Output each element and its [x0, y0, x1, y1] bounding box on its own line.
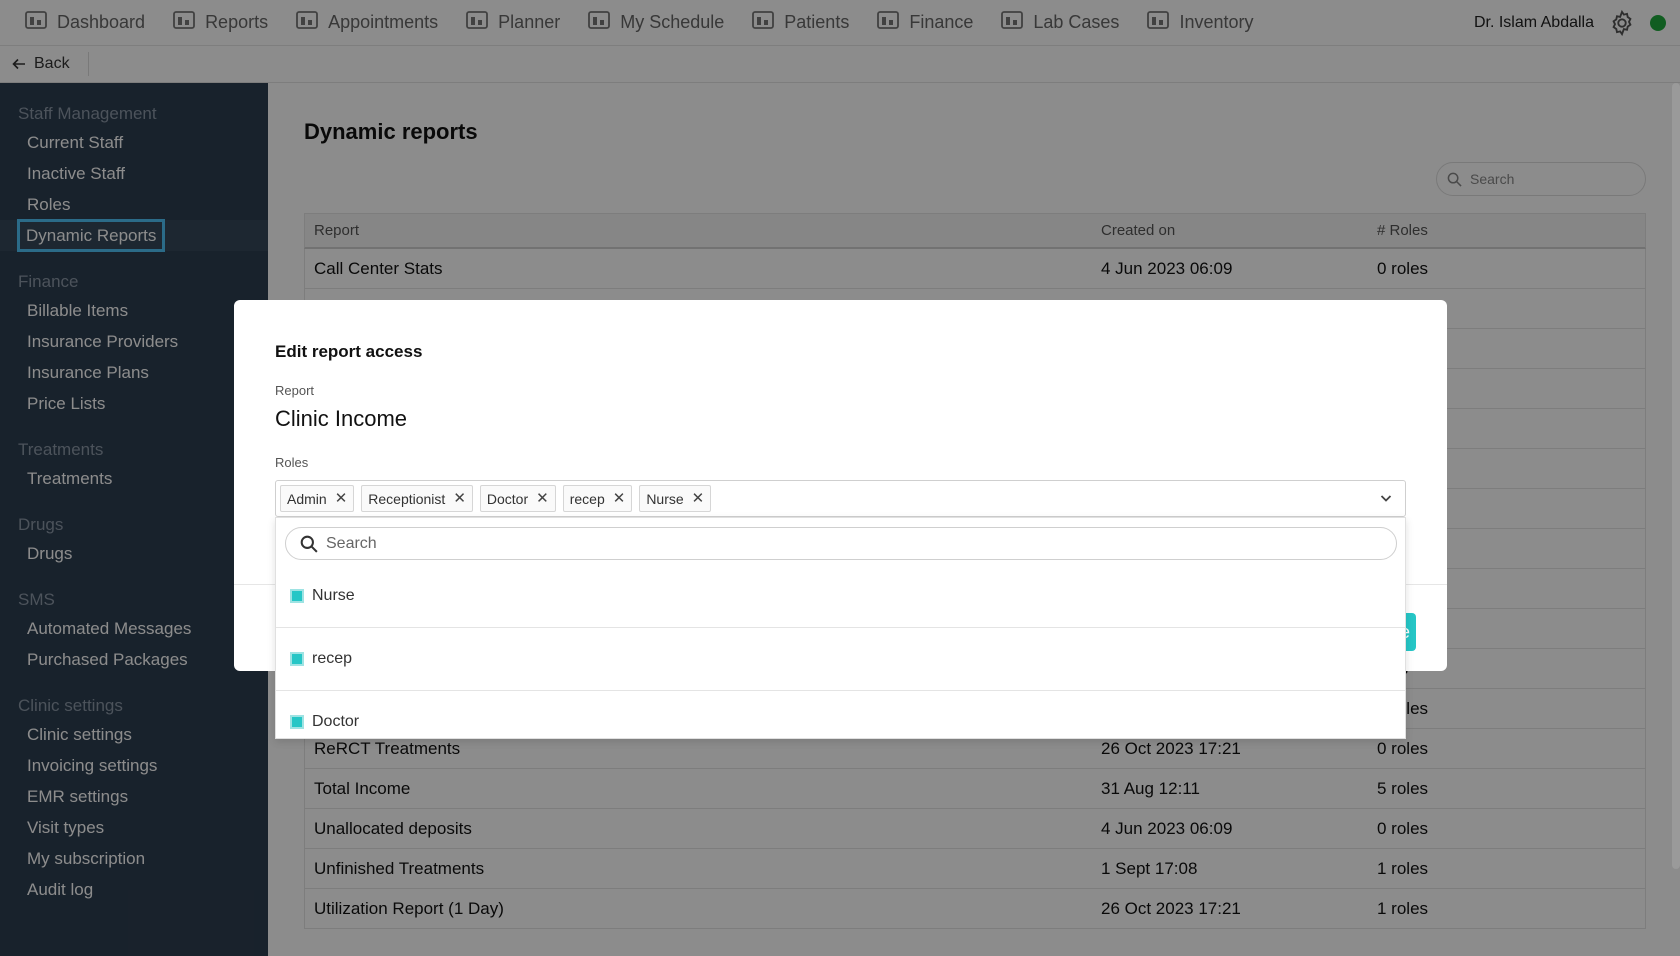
roles-dropdown: Nurse recep Doctor: [275, 517, 1406, 739]
role-chip-admin: Admin ✕: [280, 485, 355, 512]
role-option-label: recep: [312, 650, 353, 667]
remove-role-icon[interactable]: ✕: [453, 491, 466, 506]
remove-role-icon[interactable]: ✕: [335, 491, 348, 506]
chevron-down-icon[interactable]: [1377, 489, 1395, 507]
checkbox-checked-icon[interactable]: [290, 715, 304, 729]
report-name: Clinic Income: [275, 406, 408, 431]
checkbox-checked-icon[interactable]: [290, 589, 304, 603]
role-chip-label: recep: [569, 490, 605, 507]
roles-search-input[interactable]: [326, 534, 1326, 553]
report-label: Report: [275, 383, 315, 398]
remove-role-icon[interactable]: ✕: [692, 491, 705, 506]
checkbox-checked-icon[interactable]: [290, 652, 304, 666]
role-chip-recep: recep ✕: [562, 485, 633, 512]
role-option-doctor[interactable]: Doctor: [276, 691, 1405, 738]
dialog-title: Edit report access: [275, 342, 423, 361]
role-option-label: Doctor: [312, 713, 360, 730]
roles-multiselect[interactable]: Admin ✕ Receptionist ✕ Doctor ✕ recep ✕ Nurse ✕: [275, 480, 1406, 517]
role-chip-label: Nurse: [646, 490, 684, 507]
remove-role-icon[interactable]: ✕: [613, 491, 626, 506]
role-chip-doctor: Doctor ✕: [479, 485, 556, 512]
role-option-nurse[interactable]: Nurse: [276, 565, 1405, 628]
role-chip-label: Receptionist: [368, 490, 446, 507]
role-chip-label: Admin: [287, 490, 327, 507]
role-chip-receptionist: Receptionist ✕: [361, 485, 473, 512]
remove-role-icon[interactable]: ✕: [536, 491, 549, 506]
role-chip-nurse: Nurse ✕: [639, 485, 712, 512]
role-option-label: Nurse: [312, 587, 355, 604]
search-icon: [300, 535, 318, 553]
role-chip-label: Doctor: [486, 490, 529, 507]
page-scrollbar[interactable]: [1672, 83, 1680, 869]
roles-label: Roles: [275, 455, 309, 470]
roles-search-field[interactable]: [285, 527, 1397, 560]
role-option-recep[interactable]: recep: [276, 628, 1405, 691]
